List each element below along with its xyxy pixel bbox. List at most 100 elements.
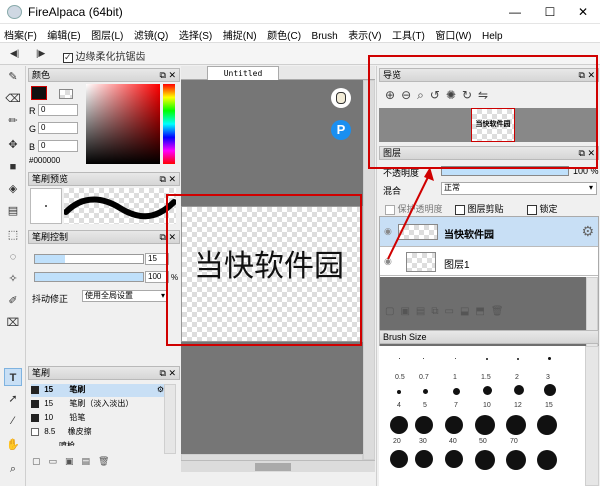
duplicate-layer-icon[interactable]: ⧉ xyxy=(431,306,444,317)
tab-untitled[interactable]: Untitled xyxy=(207,66,279,80)
clipping-checkbox[interactable] xyxy=(455,204,465,215)
brush-size-option[interactable]: 2 xyxy=(515,374,519,381)
folder-icon[interactable]: ▭ xyxy=(445,306,460,317)
select-pen-tool-icon[interactable]: ✐ xyxy=(4,292,22,310)
trash-icon[interactable]: 🗑 xyxy=(491,306,510,317)
prev-button[interactable]: ◀| xyxy=(10,48,19,59)
pencil-tool-icon[interactable]: ✏ xyxy=(4,112,22,130)
text-tool-icon[interactable]: T xyxy=(4,368,22,386)
brush-size-label: 15 xyxy=(44,385,54,394)
magic-wand-tool-icon[interactable]: ✧ xyxy=(4,270,22,288)
menu-layer[interactable]: 图层(L) xyxy=(87,24,127,45)
maximize-button[interactable]: ☐ xyxy=(535,2,565,22)
brush-size-option[interactable]: 30 xyxy=(419,438,427,445)
bucket-tool-icon[interactable]: ◈ xyxy=(4,180,22,198)
merge-layer-icon[interactable]: ⬓ xyxy=(460,306,475,317)
fill-rect-tool-icon[interactable]: ■ xyxy=(4,158,22,176)
menu-view[interactable]: 表示(V) xyxy=(344,24,385,45)
brush-size-slider[interactable] xyxy=(34,254,144,264)
canvas-horizontal-scrollbar[interactable] xyxy=(181,460,375,472)
zoom-tool-icon[interactable]: ⌕ xyxy=(4,460,22,478)
brush-name: 笔刷 xyxy=(69,385,86,394)
brush-list-item[interactable]: 15 笔刷（淡入淡出） xyxy=(31,398,176,411)
pen-tool-icon[interactable]: ✎ xyxy=(4,68,22,86)
brush-size-option[interactable]: 0.5 xyxy=(395,374,405,381)
hue-slider[interactable] xyxy=(163,84,175,164)
brush-size-option[interactable]: 3 xyxy=(546,374,550,381)
brush-size-option[interactable]: 50 xyxy=(479,438,487,445)
operation-tool-icon[interactable]: ➚ xyxy=(4,390,22,408)
secondary-color-swatch[interactable] xyxy=(59,89,73,99)
blend-select[interactable]: 正常 ▾ xyxy=(441,182,597,195)
brush-list-scrollbar[interactable] xyxy=(164,384,176,454)
lock-option[interactable]: 锁定 xyxy=(527,202,558,215)
antialias-checkbox[interactable] xyxy=(63,52,73,63)
window-title: FireAlpaca (64bit) xyxy=(28,5,123,19)
panel-controls-icon[interactable]: ⧉ ✕ xyxy=(160,173,176,185)
lasso-tool-icon[interactable]: ◌ xyxy=(4,248,22,266)
panel-controls-icon[interactable]: ⧉ ✕ xyxy=(160,69,176,81)
brush-list-actions[interactable]: ▢▭▣▤🗑 xyxy=(32,456,117,467)
new-1bit-layer-icon[interactable]: ▤ xyxy=(416,306,431,317)
dropper-tool-icon[interactable]: ⁄ xyxy=(4,412,22,430)
brush-list-item[interactable]: 8.5 橡皮擦 xyxy=(31,426,176,439)
r-input[interactable]: 0 xyxy=(38,104,78,116)
chevron-down-icon: ▾ xyxy=(160,291,165,300)
hand-tool-icon[interactable]: ✋ xyxy=(4,436,22,454)
brush-size-option[interactable]: 12 xyxy=(514,402,522,409)
new-8bit-layer-icon[interactable]: ▣ xyxy=(400,306,415,317)
menu-select[interactable]: 选择(S) xyxy=(175,24,216,45)
brush-size-option[interactable]: 15 xyxy=(545,402,553,409)
navigator-highlight-box xyxy=(368,55,598,169)
brush-list-panel: 笔刷 ⧉ ✕ 15 笔刷 ⚙ 15 笔刷（淡入淡出） 10 铅笔 8.5 橡皮擦… xyxy=(28,366,180,486)
clear-layer-icon[interactable]: ⬒ xyxy=(475,306,490,317)
lock-checkbox[interactable] xyxy=(527,204,537,215)
menu-color[interactable]: 颜色(C) xyxy=(263,24,305,45)
primary-color-swatch[interactable] xyxy=(31,86,47,100)
select-eraser-tool-icon[interactable]: ⌧ xyxy=(4,314,22,332)
g-input[interactable]: 0 xyxy=(38,122,78,134)
close-button[interactable]: ✕ xyxy=(568,2,598,22)
menu-snap[interactable]: 捕捉(N) xyxy=(219,24,261,45)
brush-size-label: 8.5 xyxy=(44,427,56,436)
panel-controls-icon[interactable]: ⧉ ✕ xyxy=(160,367,176,379)
next-button[interactable]: |▶ xyxy=(36,48,45,59)
menu-file[interactable]: 档案(F) xyxy=(0,24,41,45)
brush-size-option[interactable]: 4 xyxy=(397,402,401,409)
brush-size-option[interactable]: 40 xyxy=(449,438,457,445)
menu-tools[interactable]: 工具(T) xyxy=(388,24,429,45)
layer-actions[interactable]: ▢▣▤⧉▭⬓⬒🗑 xyxy=(385,306,510,317)
brush-size-option[interactable]: 7 xyxy=(454,402,458,409)
brush-opacity-slider[interactable] xyxy=(34,272,144,282)
brush-list-item[interactable]: 喷枪 xyxy=(31,440,176,446)
b-input[interactable]: 0 xyxy=(38,140,78,152)
brush-size-option[interactable]: 70 xyxy=(510,438,518,445)
alpaca-icon[interactable] xyxy=(331,88,351,108)
menu-filter[interactable]: 滤镜(Q) xyxy=(130,24,172,45)
color-sv-picker[interactable] xyxy=(86,84,160,164)
clipping-option[interactable]: 图层剪贴 xyxy=(455,202,504,215)
brush-size-option[interactable]: 5 xyxy=(423,402,427,409)
brush-size-option[interactable]: 1 xyxy=(453,374,457,381)
brush-size-option[interactable]: 10 xyxy=(483,402,491,409)
brush-size-option[interactable]: 1.5 xyxy=(481,374,491,381)
brush-size-title: Brush Size xyxy=(383,332,427,342)
brush-size-option[interactable]: 0.7 xyxy=(419,374,429,381)
brush-size-scrollbar[interactable] xyxy=(585,346,599,486)
antialias-toggle[interactable]: 边缘柔化抗锯齿 xyxy=(63,48,146,63)
menu-edit[interactable]: 编辑(E) xyxy=(43,24,84,45)
select-tool-icon[interactable]: ⬚ xyxy=(4,226,22,244)
menu-window[interactable]: 窗口(W) xyxy=(431,24,475,45)
minimize-button[interactable]: — xyxy=(500,2,530,22)
eraser-tool-icon[interactable]: ⌫ xyxy=(4,90,22,108)
brush-list-item[interactable]: 15 笔刷 ⚙ xyxy=(31,384,176,397)
stabilizer-select[interactable]: 使用全局设置 ▾ xyxy=(82,290,168,302)
gear-icon[interactable]: ⚙ xyxy=(157,384,164,396)
new-layer-icon[interactable]: ▢ xyxy=(385,306,400,317)
pixiv-icon[interactable]: P xyxy=(331,120,351,140)
gradient-tool-icon[interactable]: ▤ xyxy=(4,202,22,220)
gear-icon[interactable]: ⚙ xyxy=(581,223,594,240)
brush-size-option[interactable]: 20 xyxy=(393,438,401,445)
move-tool-icon[interactable]: ✥ xyxy=(4,136,22,154)
brush-list-item[interactable]: 10 铅笔 xyxy=(31,412,176,425)
